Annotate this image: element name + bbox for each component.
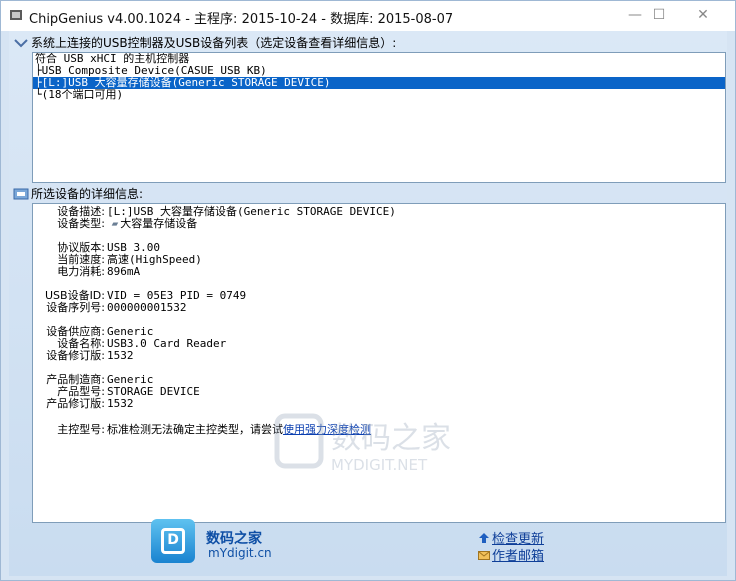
maximize-button[interactable]: ☐ — [647, 5, 671, 25]
device-tree-item[interactable]: ├[L:]USB 大容量存储设备(Generic STORAGE DEVICE) — [33, 77, 725, 89]
up-arrow-icon — [479, 533, 489, 543]
detail-value: 大容量存储设备 — [120, 217, 198, 230]
detail-row: 设备名称: USB3.0 Card Reader — [33, 338, 725, 350]
mail-icon — [478, 551, 490, 560]
author-email-link[interactable]: 作者邮箱 — [478, 545, 544, 564]
controller-value: 标准检测无法确定主控类型，请尝试 — [107, 423, 283, 436]
watermark-logo: 数码之家 MYDIGIT.NET — [274, 413, 451, 474]
detail-value: 000000001532 — [107, 301, 187, 314]
detail-row: 设备修订版: 1532 — [33, 350, 725, 362]
brand-site[interactable]: mYdigit.cn — [208, 546, 272, 560]
detail-row: 设备类型: ▰ 大容量存储设备 — [33, 218, 725, 230]
detail-row: 设备序列号: 000000001532 — [33, 302, 725, 314]
detail-value: 896mA — [107, 265, 141, 278]
svg-text:MYDIGIT.NET: MYDIGIT.NET — [331, 456, 428, 474]
close-button[interactable]: ✕ — [691, 5, 715, 25]
minimize-button[interactable]: — — [623, 5, 647, 25]
device-tree-item[interactable]: └(18个端口可用) — [33, 89, 725, 101]
brand-name[interactable]: 数码之家 — [206, 528, 262, 548]
detail-key: 设备类型: — [57, 217, 105, 230]
detail-value — [105, 409, 107, 422]
device-tree[interactable]: 符合 USB xHCI 的主机控制器 ├USB Composite Device(… — [32, 52, 726, 183]
detail-row: 电力消耗: 896mA — [33, 266, 725, 278]
detail-key: 设备修订版: — [46, 349, 105, 362]
device-info-icon — [13, 188, 29, 200]
author-email-label: 作者邮箱 — [492, 549, 545, 564]
details-label: 所选设备的详细信息: — [31, 187, 144, 201]
window-title: ChipGenius v4.00.1024 - 主程序: 2015-10-24 … — [29, 12, 454, 27]
controller-key: 主控型号: — [57, 423, 105, 436]
detail-value: 1532 — [107, 349, 134, 362]
detail-key: 电力消耗: — [57, 265, 105, 278]
detail-key: 产品修订版: — [46, 397, 105, 410]
svg-text:数码之家: 数码之家 — [331, 421, 451, 456]
detail-value: 1532 — [107, 397, 134, 410]
title-bar[interactable]: ChipGenius v4.00.1024 - 主程序: 2015-10-24 … — [1, 1, 735, 31]
chipgenius-window: ChipGenius v4.00.1024 - 主程序: 2015-10-24 … — [0, 0, 736, 581]
app-icon — [10, 10, 22, 20]
detail-row: 产品型号: STORAGE DEVICE — [33, 386, 725, 398]
usb-tree-icon — [14, 39, 28, 48]
brand-logo[interactable]: D — [151, 519, 195, 563]
detail-key: 设备序列号: — [46, 301, 105, 314]
device-list-label: 系统上连接的USB控制器及USB设备列表（选定设备查看详细信息）: — [31, 36, 397, 50]
client-area: 系统上连接的USB控制器及USB设备列表（选定设备查看详细信息）: 符合 USB… — [9, 31, 727, 576]
